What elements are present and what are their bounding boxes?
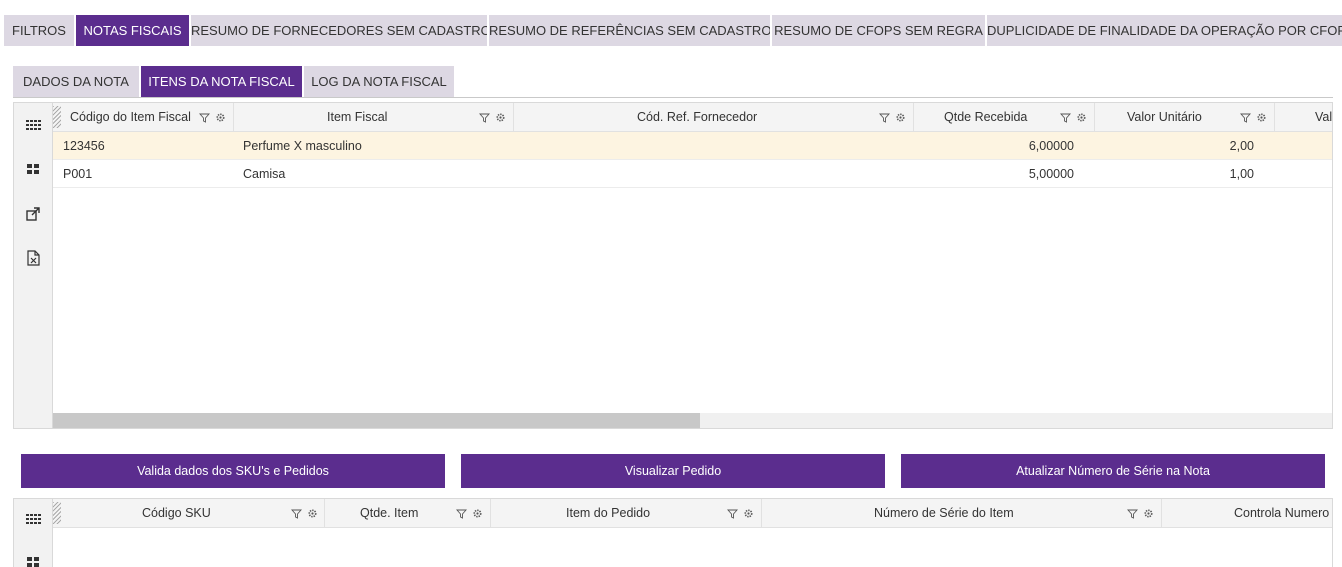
col-qtde-item[interactable]: Qtde. Item <box>325 499 491 528</box>
col-codigo-item-fiscal[interactable]: Código do Item Fiscal <box>67 103 234 132</box>
tiles-view-icon[interactable] <box>24 553 42 567</box>
filter-icon[interactable] <box>727 508 738 519</box>
cell-codigo-item: 123456 <box>63 139 105 153</box>
col-valor-unitario[interactable]: Valor Unitário <box>1095 103 1275 132</box>
main-tab-bar: FILTROS NOTAS FISCAIS RESUMO DE FORNECED… <box>0 15 1342 46</box>
settings-icon[interactable] <box>215 112 226 123</box>
sku-grid-header: Código SKU Qtde. Item Item do Pedido Núm… <box>53 499 1332 528</box>
column-label: Item Fiscal <box>327 110 388 124</box>
column-label: Qtde. Item <box>360 506 419 520</box>
column-resize-grip[interactable] <box>53 502 61 524</box>
filter-icon[interactable] <box>1240 112 1251 123</box>
items-grid-header: Código do Item Fiscal Item Fiscal Cód. R… <box>53 103 1332 132</box>
column-label: Código do Item Fiscal <box>70 110 191 124</box>
horizontal-scrollbar[interactable] <box>53 413 1332 428</box>
filter-icon[interactable] <box>479 112 490 123</box>
column-label: Código SKU <box>142 506 211 520</box>
sku-grid-panel: Código SKU Qtde. Item Item do Pedido Núm… <box>13 498 1333 567</box>
validate-sku-orders-button[interactable]: Valida dados dos SKU's e Pedidos <box>21 454 445 488</box>
filter-icon[interactable] <box>879 112 890 123</box>
tab-filtros[interactable]: FILTROS <box>4 15 76 46</box>
sku-grid: Código SKU Qtde. Item Item do Pedido Núm… <box>53 499 1332 567</box>
items-grid-panel: Código do Item Fiscal Item Fiscal Cód. R… <box>13 102 1333 429</box>
open-external-icon[interactable] <box>24 205 42 223</box>
cell-valor-unitario: 2,00 <box>1229 139 1254 153</box>
column-label: Controla Numero <box>1234 506 1330 520</box>
settings-icon[interactable] <box>1076 112 1087 123</box>
col-valor-total[interactable]: Valo <box>1275 103 1333 132</box>
grid-view-icon[interactable] <box>24 116 42 134</box>
cell-valor-unitario: 1,00 <box>1229 167 1254 181</box>
column-label: Número de Série do Item <box>874 506 1014 520</box>
col-item-do-pedido[interactable]: Item do Pedido <box>491 499 762 528</box>
settings-icon[interactable] <box>895 112 906 123</box>
scrollbar-thumb[interactable] <box>53 413 700 428</box>
cell-item-fiscal: Perfume X masculino <box>243 139 362 153</box>
tab-underline <box>13 97 1333 98</box>
col-numero-serie-item[interactable]: Número de Série do Item <box>762 499 1162 528</box>
settings-icon[interactable] <box>1143 508 1154 519</box>
view-order-button[interactable]: Visualizar Pedido <box>461 454 885 488</box>
tab-dados-da-nota[interactable]: DADOS DA NOTA <box>13 66 141 97</box>
cell-qtde-recebida: 6,00000 <box>1028 139 1074 153</box>
column-label: Cód. Ref. Fornecedor <box>637 110 758 124</box>
table-row[interactable]: P001 Camisa 5,00000 1,00 <box>53 160 1332 188</box>
col-item-fiscal[interactable]: Item Fiscal <box>234 103 514 132</box>
filter-icon[interactable] <box>456 508 467 519</box>
settings-icon[interactable] <box>495 112 506 123</box>
column-resize-grip[interactable] <box>53 106 61 128</box>
cell-qtde-recebida: 5,00000 <box>1028 167 1074 181</box>
column-label: Qtde Recebida <box>944 110 1028 124</box>
excel-export-icon[interactable] <box>24 249 42 267</box>
tab-itens-da-nota-fiscal[interactable]: ITENS DA NOTA FISCAL <box>141 66 304 97</box>
grid-toolbar <box>14 499 53 567</box>
tab-resumo-referencias[interactable]: RESUMO DE REFERÊNCIAS SEM CADASTRO <box>489 15 772 46</box>
tab-notas-fiscais[interactable]: NOTAS FISCAIS <box>76 15 191 46</box>
col-cod-ref-fornecedor[interactable]: Cód. Ref. Fornecedor <box>514 103 914 132</box>
filter-icon[interactable] <box>199 112 210 123</box>
settings-icon[interactable] <box>743 508 754 519</box>
grid-toolbar <box>14 103 53 428</box>
filter-icon[interactable] <box>1060 112 1071 123</box>
cell-item-fiscal: Camisa <box>243 167 286 181</box>
tab-resumo-fornecedores[interactable]: RESUMO DE FORNECEDORES SEM CADASTRO <box>191 15 489 46</box>
tab-resumo-cfops[interactable]: RESUMO DE CFOPS SEM REGRA <box>772 15 987 46</box>
table-row[interactable]: 123456 Perfume X masculino 6,00000 2,00 <box>53 132 1332 160</box>
cell-codigo-item: P001 <box>63 167 93 181</box>
settings-icon[interactable] <box>307 508 318 519</box>
column-label: Valor Unitário <box>1127 110 1202 124</box>
filter-icon[interactable] <box>1127 508 1138 519</box>
tiles-view-icon[interactable] <box>24 160 42 178</box>
settings-icon[interactable] <box>472 508 483 519</box>
grid-view-icon[interactable] <box>24 510 42 528</box>
col-qtde-recebida[interactable]: Qtde Recebida <box>914 103 1095 132</box>
update-serial-number-button[interactable]: Atualizar Número de Série na Nota <box>901 454 1325 488</box>
tab-log-da-nota-fiscal[interactable]: LOG DA NOTA FISCAL <box>304 66 456 97</box>
col-controla-numero[interactable]: Controla Numero <box>1162 499 1332 528</box>
column-label: Valo <box>1315 110 1333 124</box>
filter-icon[interactable] <box>291 508 302 519</box>
tab-duplicidade-finalidade[interactable]: DUPLICIDADE DE FINALIDADE DA OPERAÇÃO PO… <box>987 15 1342 46</box>
settings-icon[interactable] <box>1256 112 1267 123</box>
column-label: Item do Pedido <box>566 506 651 520</box>
items-grid: Código do Item Fiscal Item Fiscal Cód. R… <box>53 103 1332 428</box>
col-codigo-sku[interactable]: Código SKU <box>67 499 325 528</box>
